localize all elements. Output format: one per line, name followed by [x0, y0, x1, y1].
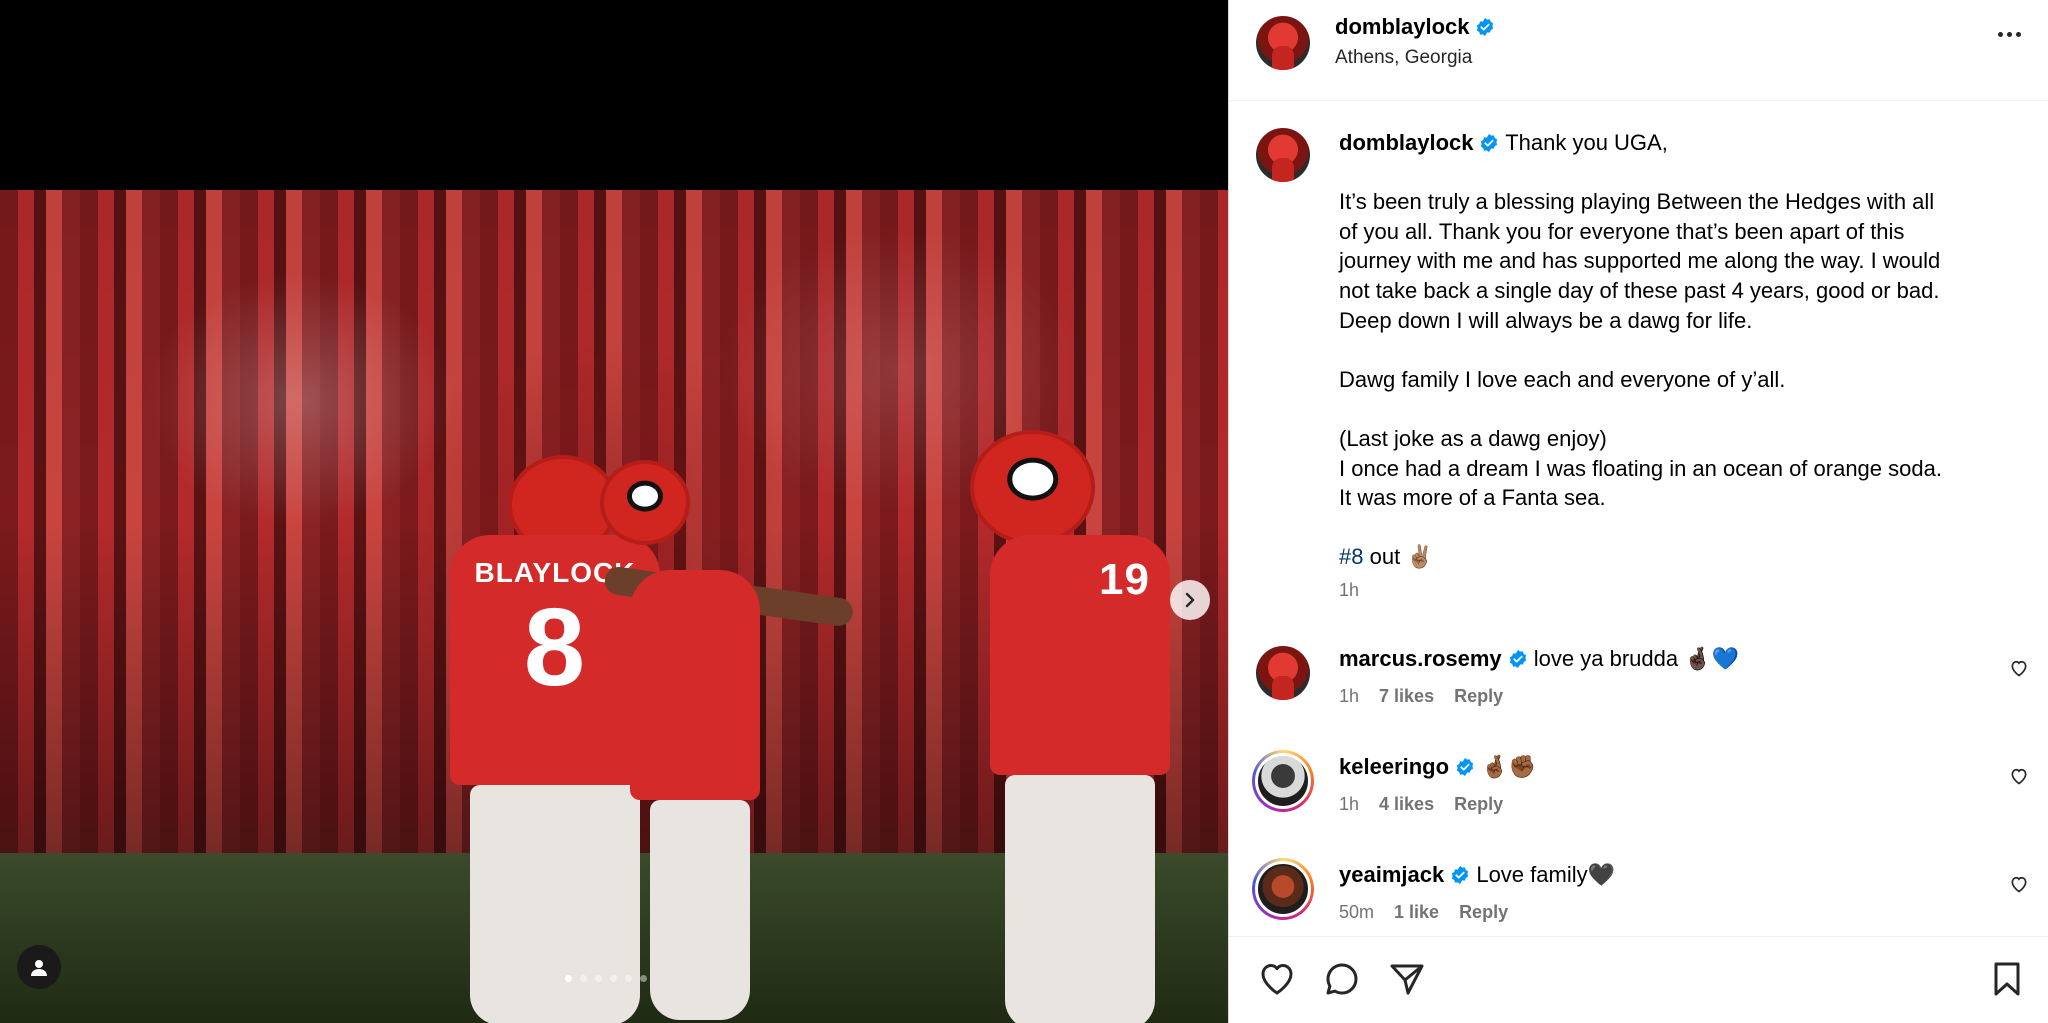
heart-icon[interactable] — [2009, 874, 2029, 894]
avatar[interactable] — [1256, 128, 1310, 182]
comments-scroll-area[interactable]: domblaylock Thank you UGA, It’s been tru… — [1229, 102, 2048, 936]
carousel-dots — [565, 975, 647, 982]
comment-item: yeaimjack Love family🖤 50m 1 like Reply — [1229, 858, 2048, 936]
heart-icon[interactable] — [1257, 959, 1297, 999]
verified-badge-icon — [1481, 134, 1498, 152]
comment-meta: 1h 7 likes Reply — [1339, 686, 1503, 707]
comment-time[interactable]: 1h — [1339, 794, 1359, 815]
reply-button[interactable]: Reply — [1454, 686, 1503, 707]
comment-text: yeaimjack Love family🖤 — [1339, 862, 1615, 888]
player-19: 19 — [960, 430, 1180, 1023]
comment-time[interactable]: 1h — [1339, 686, 1359, 707]
caption-line: (Last joke as a dawg enjoy) — [1339, 425, 1607, 451]
header-username-row: domblaylock — [1335, 14, 1495, 40]
caption-final-text: out ✌🏽 — [1363, 544, 1434, 570]
caption-line — [1339, 513, 2004, 543]
reply-button[interactable]: Reply — [1459, 902, 1508, 923]
caption-line: Thank you UGA, — [1505, 130, 1668, 155]
jersey-number-19: 19 — [1099, 555, 1150, 604]
verified-badge-icon — [1477, 18, 1494, 36]
comment-body: love ya brudda 🤞🏿💙 — [1533, 646, 1739, 671]
player-19-pants — [1005, 775, 1155, 1023]
caption-username[interactable]: domblaylock — [1339, 130, 1473, 155]
carousel-dot[interactable] — [625, 975, 632, 982]
caption-line: of you all. Thank you for everyone that’… — [1339, 218, 1905, 244]
post-media[interactable]: BLAYLOCK 8 19 — [0, 0, 1228, 1023]
post-photo: BLAYLOCK 8 19 — [0, 190, 1228, 1023]
comment-likes[interactable]: 7 likes — [1379, 686, 1434, 707]
carousel-dot[interactable] — [595, 975, 602, 982]
caption-line — [1339, 158, 2004, 188]
comment-icon[interactable] — [1322, 959, 1362, 999]
post-header: domblaylock Athens, Georgia — [1229, 0, 2048, 101]
helmet-logo — [1006, 457, 1059, 501]
player-19-jersey: 19 — [990, 535, 1170, 775]
heart-icon[interactable] — [2009, 658, 2029, 678]
verified-badge-icon — [1456, 758, 1474, 776]
comment-body: 🤞🏾✊🏾 — [1481, 754, 1536, 779]
comment-time[interactable]: 50m — [1339, 902, 1374, 923]
tag-user-icon[interactable] — [17, 945, 61, 989]
comment-body: Love family🖤 — [1476, 862, 1615, 887]
player-teammate — [600, 460, 760, 1020]
post-location[interactable]: Athens, Georgia — [1335, 47, 1472, 69]
caption-line: not take back a single day of these past… — [1339, 277, 1940, 303]
comment-likes[interactable]: 1 like — [1394, 902, 1439, 923]
post-timestamp[interactable]: 1h — [1339, 580, 1359, 601]
avatar[interactable] — [1252, 858, 1314, 920]
avatar[interactable] — [1256, 646, 1310, 700]
comment-username[interactable]: marcus.rosemy — [1339, 646, 1502, 671]
carousel-dot[interactable] — [580, 975, 587, 982]
teammate-helmet — [600, 460, 690, 545]
header-username[interactable]: domblaylock — [1335, 14, 1469, 39]
comment-text: marcus.rosemy love ya brudda 🤞🏿💙 — [1339, 646, 1739, 672]
teammate-pants — [650, 800, 750, 1020]
avatar[interactable] — [1252, 750, 1314, 812]
post-actions-bar — [1229, 936, 2048, 1023]
comment-meta: 50m 1 like Reply — [1339, 902, 1508, 923]
comment-likes[interactable]: 4 likes — [1379, 794, 1434, 815]
teammate-jersey — [630, 570, 760, 800]
comment-item: marcus.rosemy love ya brudda 🤞🏿💙 1h 7 li… — [1229, 646, 2048, 741]
comment-text: keleeringo 🤞🏾✊🏾 — [1339, 754, 1536, 780]
bookmark-icon[interactable] — [1987, 959, 2027, 999]
caption-line: Dawg family I love each and everyone of … — [1339, 366, 1786, 392]
comment-item: keleeringo 🤞🏾✊🏾 1h 4 likes Reply — [1229, 750, 2048, 849]
verified-badge-icon — [1452, 866, 1469, 884]
comment-username[interactable]: yeaimjack — [1339, 862, 1444, 887]
helmet-logo — [626, 480, 664, 512]
comment-username[interactable]: keleeringo — [1339, 754, 1449, 779]
share-icon[interactable] — [1387, 959, 1427, 999]
caption-line — [1339, 394, 2004, 424]
next-arrow-icon[interactable] — [1170, 580, 1210, 620]
carousel-dot[interactable] — [640, 975, 647, 982]
post-details-panel: domblaylock Athens, Georgia domblaylock … — [1228, 0, 2048, 1023]
carousel-dot[interactable] — [610, 975, 617, 982]
hashtag-link[interactable]: #8 — [1339, 544, 1363, 569]
carousel-dot[interactable] — [565, 975, 572, 982]
more-options-icon[interactable] — [1998, 32, 2021, 37]
heart-icon[interactable] — [2009, 766, 2029, 786]
caption-line — [1339, 335, 2004, 365]
caption-line: I once had a dream I was floating in an … — [1339, 455, 1942, 481]
player-19-helmet — [970, 430, 1095, 545]
caption-line: It’s been truly a blessing playing Betwe… — [1339, 189, 1935, 215]
caption-text: domblaylock Thank you UGA, It’s been tru… — [1339, 128, 2004, 572]
caption-line: It was more of a Fanta sea. — [1339, 485, 1606, 511]
reply-button[interactable]: Reply — [1454, 794, 1503, 815]
caption-line: Deep down I will always be a dawg for li… — [1339, 307, 1753, 333]
avatar[interactable] — [1256, 16, 1310, 70]
verified-badge-icon — [1509, 650, 1526, 668]
comment-meta: 1h 4 likes Reply — [1339, 794, 1503, 815]
caption-line: journey with me and has supported me alo… — [1339, 248, 1941, 274]
